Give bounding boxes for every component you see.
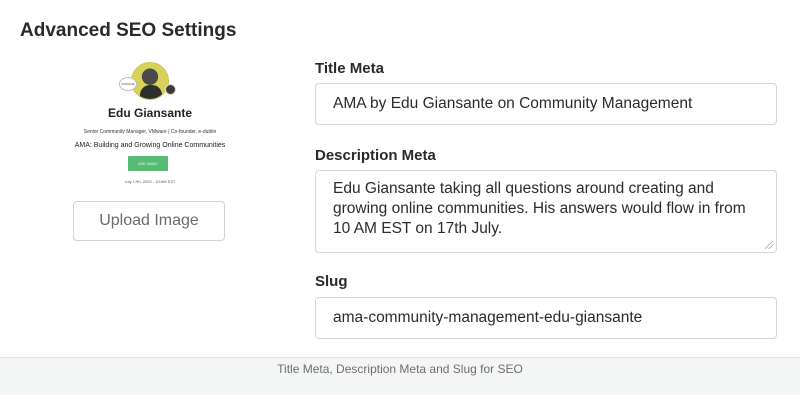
slug-label: Slug bbox=[315, 273, 348, 290]
section-title: Advanced SEO Settings bbox=[20, 20, 237, 41]
description-meta-textarea[interactable]: Edu Giansante taking all questions aroun… bbox=[315, 170, 777, 253]
title-meta-label: Title Meta bbox=[315, 60, 384, 77]
avatar bbox=[131, 62, 169, 100]
resize-handle-icon[interactable] bbox=[765, 241, 773, 249]
company-badge: VMWARE bbox=[119, 77, 137, 91]
title-meta-input[interactable]: AMA by Edu Giansante on Community Manage… bbox=[315, 83, 777, 125]
preview-event: AMA: Building and Growing Online Communi… bbox=[74, 142, 226, 149]
figure-caption: Title Meta, Description Meta and Slug fo… bbox=[277, 362, 523, 376]
preview-name: Edu Giansante bbox=[107, 106, 193, 120]
avatar-figure bbox=[140, 85, 162, 99]
community-badge-icon bbox=[165, 84, 176, 95]
preview-date: July 17th, 2020 - 10 AM EST bbox=[124, 179, 176, 184]
preview-image: VMWARE Edu Giansante Senior Community Ma… bbox=[40, 60, 260, 190]
seo-settings-card: Advanced SEO Settings VMWARE Edu Giansan… bbox=[0, 0, 800, 358]
preview-ask-button: ASK AWAY bbox=[128, 156, 168, 171]
description-meta-label: Description Meta bbox=[315, 147, 436, 164]
preview-role: Senior Community Manager, VMware | Co-fo… bbox=[83, 129, 217, 135]
slug-input[interactable]: ama-community-management-edu-giansante bbox=[315, 297, 777, 339]
upload-image-button[interactable]: Upload Image bbox=[73, 201, 225, 241]
description-meta-text: Edu Giansante taking all questions aroun… bbox=[333, 180, 746, 237]
